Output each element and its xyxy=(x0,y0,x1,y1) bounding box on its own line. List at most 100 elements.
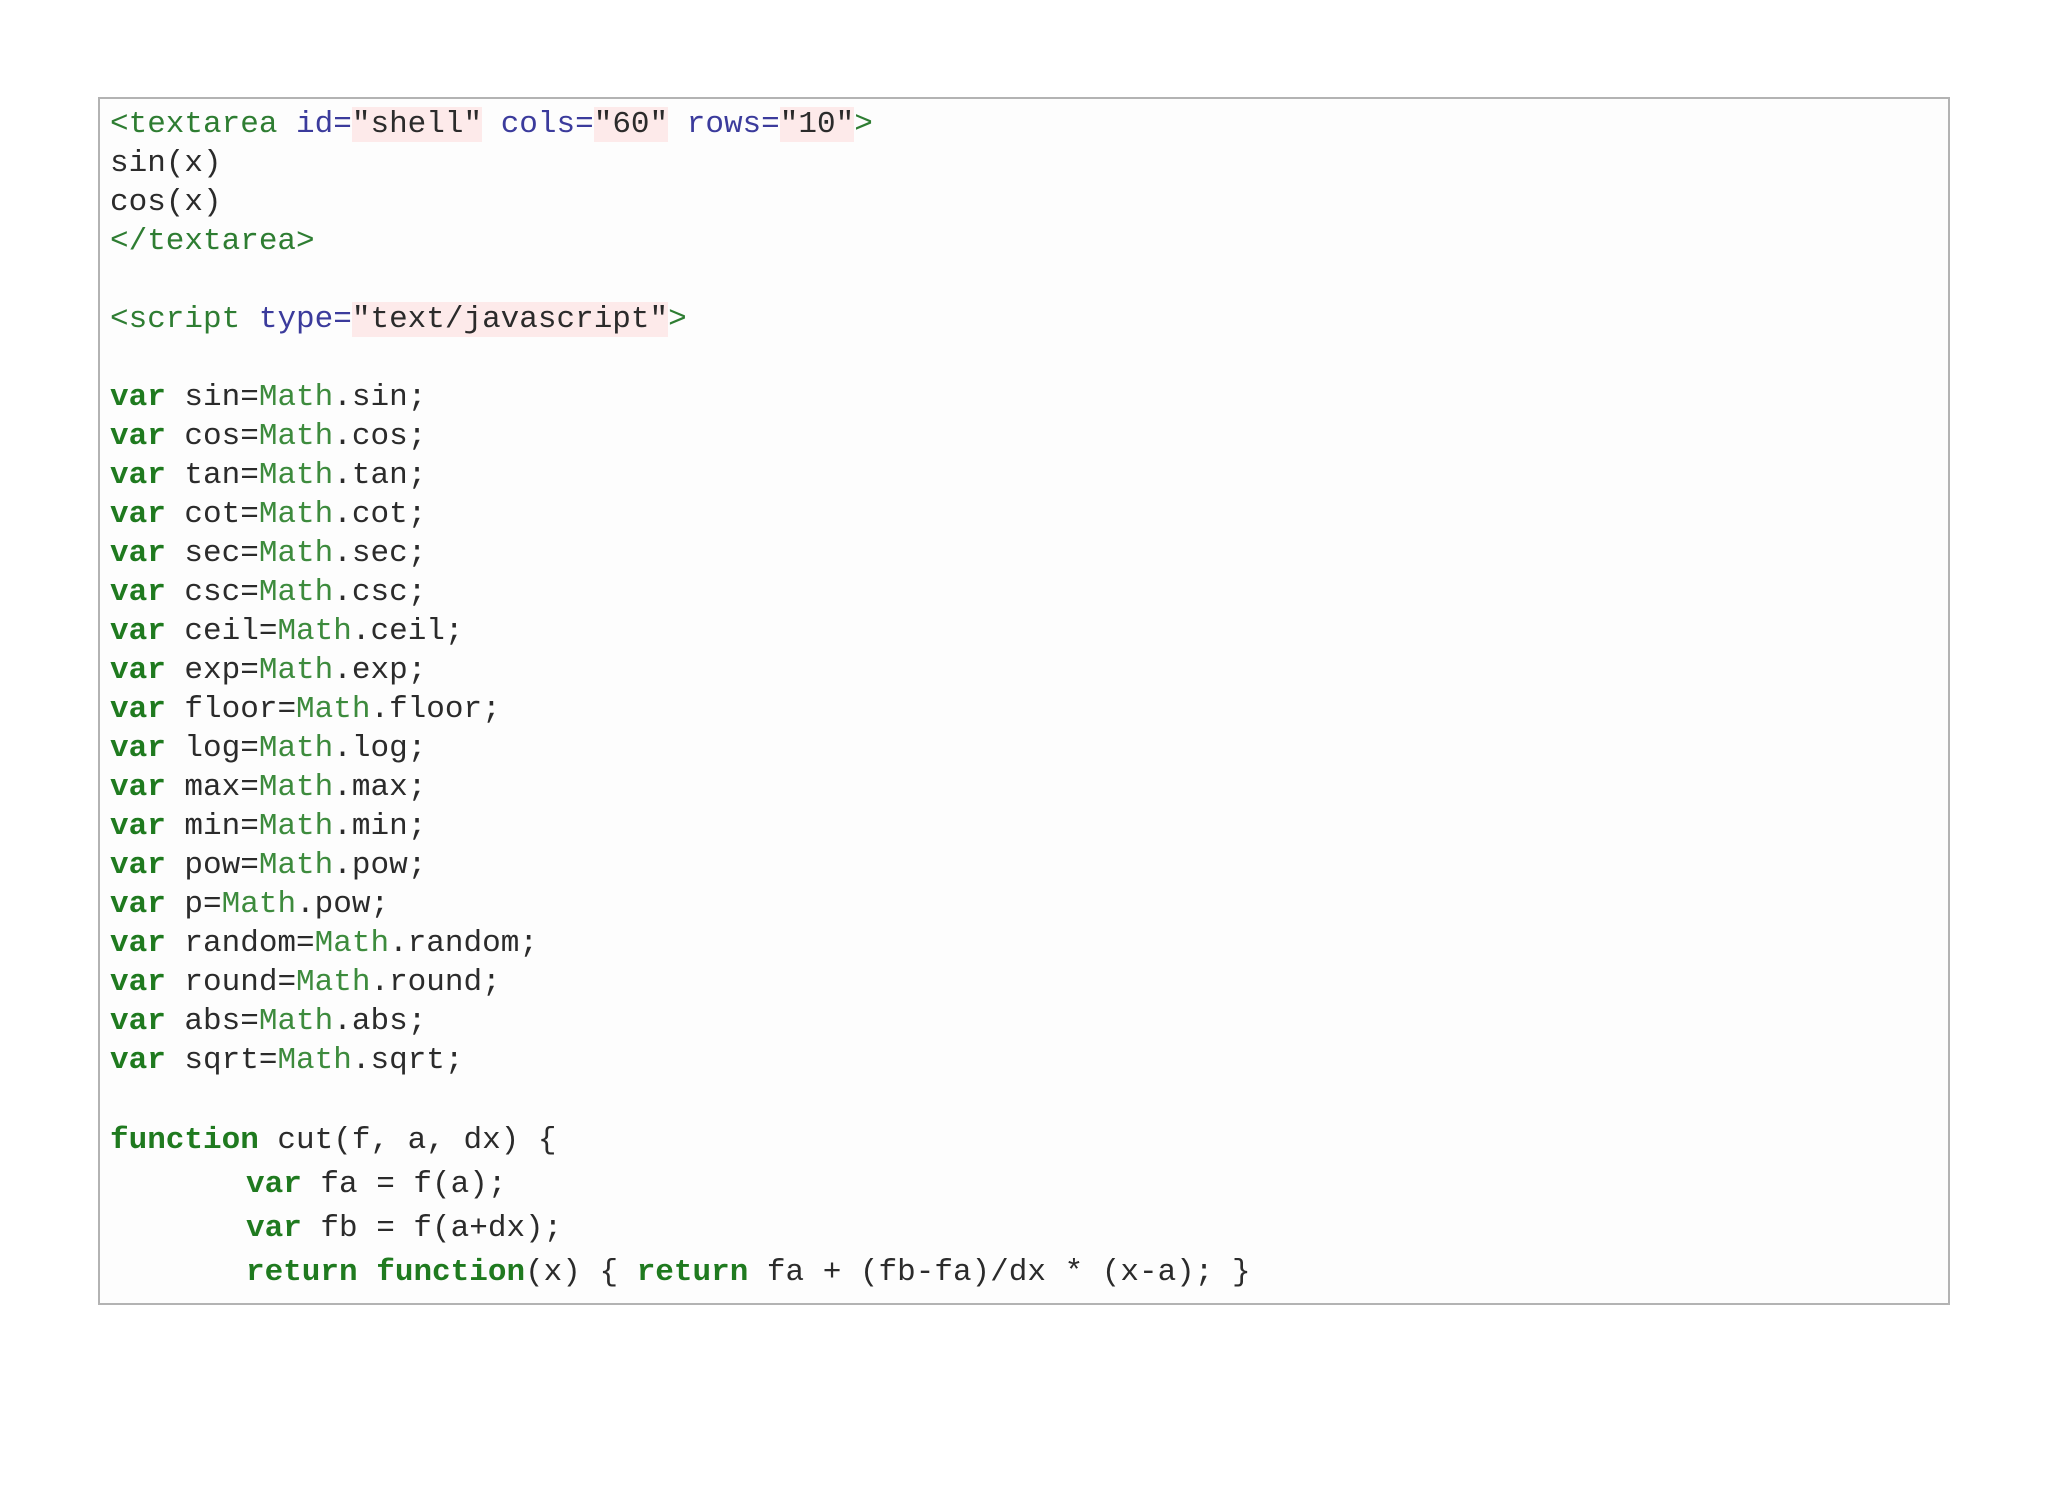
variable-name: sin xyxy=(184,380,241,415)
var-declaration-line: var exp=Math.exp; xyxy=(110,653,427,688)
function-return-line: return function(x) { return fa + (fb-fa)… xyxy=(110,1251,1938,1295)
variable-name: exp xyxy=(184,653,241,688)
variable-name: abs xyxy=(184,1004,241,1039)
variable-name: p xyxy=(184,887,204,922)
math-property: sec xyxy=(351,536,408,571)
statement: fa + (fb-fa)/dx * (x-a); } xyxy=(748,1255,1251,1290)
keyword: var xyxy=(110,653,166,688)
var-declaration-line: var abs=Math.abs; xyxy=(110,1004,427,1039)
math-property: ceil xyxy=(370,614,445,649)
function-body-line: var fa = f(a); xyxy=(110,1163,1938,1207)
math-property: tan xyxy=(351,458,408,493)
math-object: Math xyxy=(258,731,334,766)
var-declaration-line: var floor=Math.floor; xyxy=(110,692,501,727)
variable-name: csc xyxy=(184,575,241,610)
variable-name: log xyxy=(184,731,241,766)
tag-name: <script xyxy=(110,302,241,337)
math-property: log xyxy=(351,731,408,766)
math-object: Math xyxy=(258,380,334,415)
var-declaration-line: var cos=Math.cos; xyxy=(110,419,427,454)
keyword: var xyxy=(110,1004,166,1039)
keyword: var xyxy=(110,536,166,571)
math-property: cot xyxy=(351,497,408,532)
math-property: random xyxy=(407,926,520,961)
math-property: pow xyxy=(314,887,371,922)
keyword: var xyxy=(110,848,166,883)
math-object: Math xyxy=(258,653,334,688)
var-declaration-line: var random=Math.random; xyxy=(110,926,538,961)
function-body-line: var fb = f(a+dx); xyxy=(110,1207,1938,1251)
variable-name: sqrt xyxy=(184,1043,259,1078)
math-object: Math xyxy=(314,926,390,961)
math-object: Math xyxy=(258,419,334,454)
math-object: Math xyxy=(258,848,334,883)
textarea-open-line: <textarea id="shell" cols="60" rows="10"… xyxy=(110,105,1938,144)
math-property: cos xyxy=(351,419,408,454)
math-object: Math xyxy=(221,887,297,922)
statement: fb = f(a+dx); xyxy=(301,1211,563,1246)
math-property: abs xyxy=(351,1004,408,1039)
math-property: pow xyxy=(351,848,408,883)
var-declaration-line: var pow=Math.pow; xyxy=(110,848,427,883)
variable-name: sec xyxy=(184,536,241,571)
var-declaration-line: var cot=Math.cot; xyxy=(110,497,427,532)
variable-name: max xyxy=(184,770,241,805)
math-object: Math xyxy=(277,1043,352,1078)
math-object: Math xyxy=(258,536,334,571)
tag-name: <textarea xyxy=(110,107,278,142)
variable-name: cos xyxy=(184,419,241,454)
variable-name: random xyxy=(184,926,297,961)
tag-close: > xyxy=(854,107,873,142)
keyword: var xyxy=(110,1043,166,1078)
math-property: sqrt xyxy=(370,1043,445,1078)
math-property: round xyxy=(389,965,483,1000)
var-declaration-line: var round=Math.round; xyxy=(110,965,501,1000)
keyword: var xyxy=(110,965,166,1000)
math-property: max xyxy=(351,770,408,805)
var-declaration-line: var min=Math.min; xyxy=(110,809,427,844)
keyword: var xyxy=(110,887,166,922)
var-declaration-line: var csc=Math.csc; xyxy=(110,575,427,610)
code-listing: <textarea id="shell" cols="60" rows="10"… xyxy=(98,97,1950,1305)
keyword: var xyxy=(110,809,166,844)
var-declaration-line: var max=Math.max; xyxy=(110,770,427,805)
math-object: Math xyxy=(258,770,334,805)
attr-value: "10" xyxy=(779,107,855,142)
variable-name: ceil xyxy=(184,614,259,649)
keyword: var xyxy=(110,575,166,610)
statement: fa = f(a); xyxy=(301,1167,507,1202)
math-object: Math xyxy=(258,809,334,844)
textarea-body-line: sin(x) xyxy=(110,146,222,181)
statement: (x) { xyxy=(525,1255,637,1290)
math-object: Math xyxy=(258,575,334,610)
math-object: Math xyxy=(258,1004,334,1039)
variable-name: min xyxy=(184,809,241,844)
attr-name: rows= xyxy=(686,107,780,142)
var-declaration-line: var sin=Math.sin; xyxy=(110,380,427,415)
variable-name: pow xyxy=(184,848,241,883)
keyword: return xyxy=(246,1255,358,1290)
attr-name: cols= xyxy=(500,107,594,142)
var-declaration-line: var log=Math.log; xyxy=(110,731,427,766)
var-declaration-line: var p=Math.pow; xyxy=(110,887,390,922)
math-object: Math xyxy=(258,458,334,493)
attr-value: "text/javascript" xyxy=(351,302,669,337)
keyword: var xyxy=(110,926,166,961)
keyword: return xyxy=(636,1255,749,1290)
keyword: var xyxy=(110,614,166,649)
var-declaration-line: var tan=Math.tan; xyxy=(110,458,427,493)
tag-close: > xyxy=(668,302,687,337)
math-object: Math xyxy=(258,497,334,532)
math-object: Math xyxy=(296,692,371,727)
keyword: var xyxy=(110,497,166,532)
math-property: sin xyxy=(351,380,408,415)
script-open-line: <script type="text/javascript"> xyxy=(110,300,1938,339)
math-property: min xyxy=(351,809,408,844)
textarea-body-line: cos(x) xyxy=(110,185,222,220)
function-header-line: function cut(f, a, dx) { xyxy=(110,1119,1938,1163)
keyword: var xyxy=(110,458,166,493)
keyword: var xyxy=(110,770,166,805)
function-signature: cut(f, a, dx) { xyxy=(258,1123,557,1158)
